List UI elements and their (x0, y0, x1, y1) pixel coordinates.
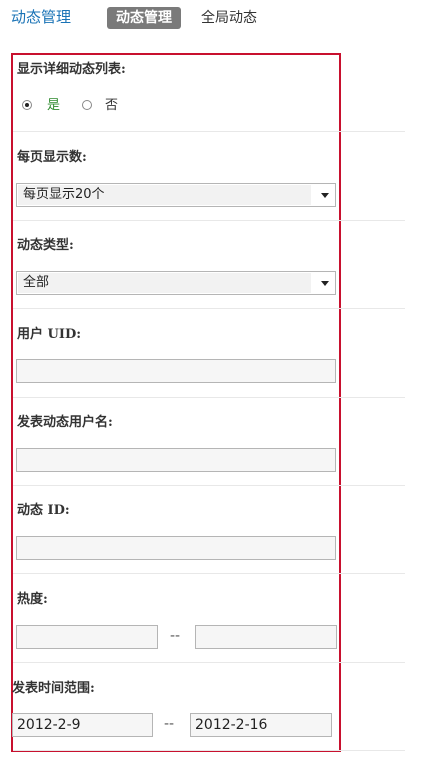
per-page-select[interactable]: 每页显示20个 (16, 183, 336, 207)
feed-type-select[interactable]: 全部 (16, 271, 336, 295)
time-to-input[interactable] (190, 713, 332, 737)
divider (13, 220, 405, 221)
hot-from-input[interactable] (16, 625, 158, 649)
radio-no-label[interactable]: 否 (105, 97, 118, 115)
username-label: 发表动态用户名: (17, 415, 113, 430)
radio-yes-label[interactable]: 是 (47, 97, 60, 115)
time-from-input[interactable] (12, 713, 153, 737)
user-uid-label: 用户 UID: (17, 327, 82, 342)
divider (13, 573, 405, 574)
per-page-value: 每页显示20个 (23, 187, 105, 202)
username-input[interactable] (16, 448, 336, 472)
divider (13, 131, 405, 132)
range-separator: -- (164, 716, 175, 732)
time-range-label: 发表时间范围: (12, 681, 95, 696)
divider (13, 308, 405, 309)
tab-feed-management[interactable]: 动态管理 (107, 7, 181, 29)
tab-global-feed[interactable]: 全局动态 (201, 7, 257, 29)
feed-type-value: 全部 (23, 275, 50, 290)
divider (13, 397, 405, 398)
show-detail-label: 显示详细动态列表: (17, 62, 126, 77)
divider (13, 750, 405, 751)
chevron-down-icon (321, 193, 329, 198)
divider (13, 485, 405, 486)
user-uid-input[interactable] (16, 359, 336, 383)
feed-id-label: 动态 ID: (17, 503, 70, 518)
radio-no[interactable] (82, 100, 92, 110)
hot-label: 热度: (17, 592, 48, 607)
divider (13, 662, 405, 663)
per-page-label: 每页显示数: (17, 150, 87, 165)
range-separator: -- (170, 628, 181, 644)
page-header: 动态管理 动态管理 全局动态 (0, 0, 428, 40)
chevron-down-icon (321, 281, 329, 286)
radio-yes[interactable] (22, 100, 32, 110)
hot-to-input[interactable] (195, 625, 337, 649)
feed-id-input[interactable] (16, 536, 336, 560)
page-title: 动态管理 (11, 8, 72, 26)
feed-type-label: 动态类型: (17, 238, 74, 253)
